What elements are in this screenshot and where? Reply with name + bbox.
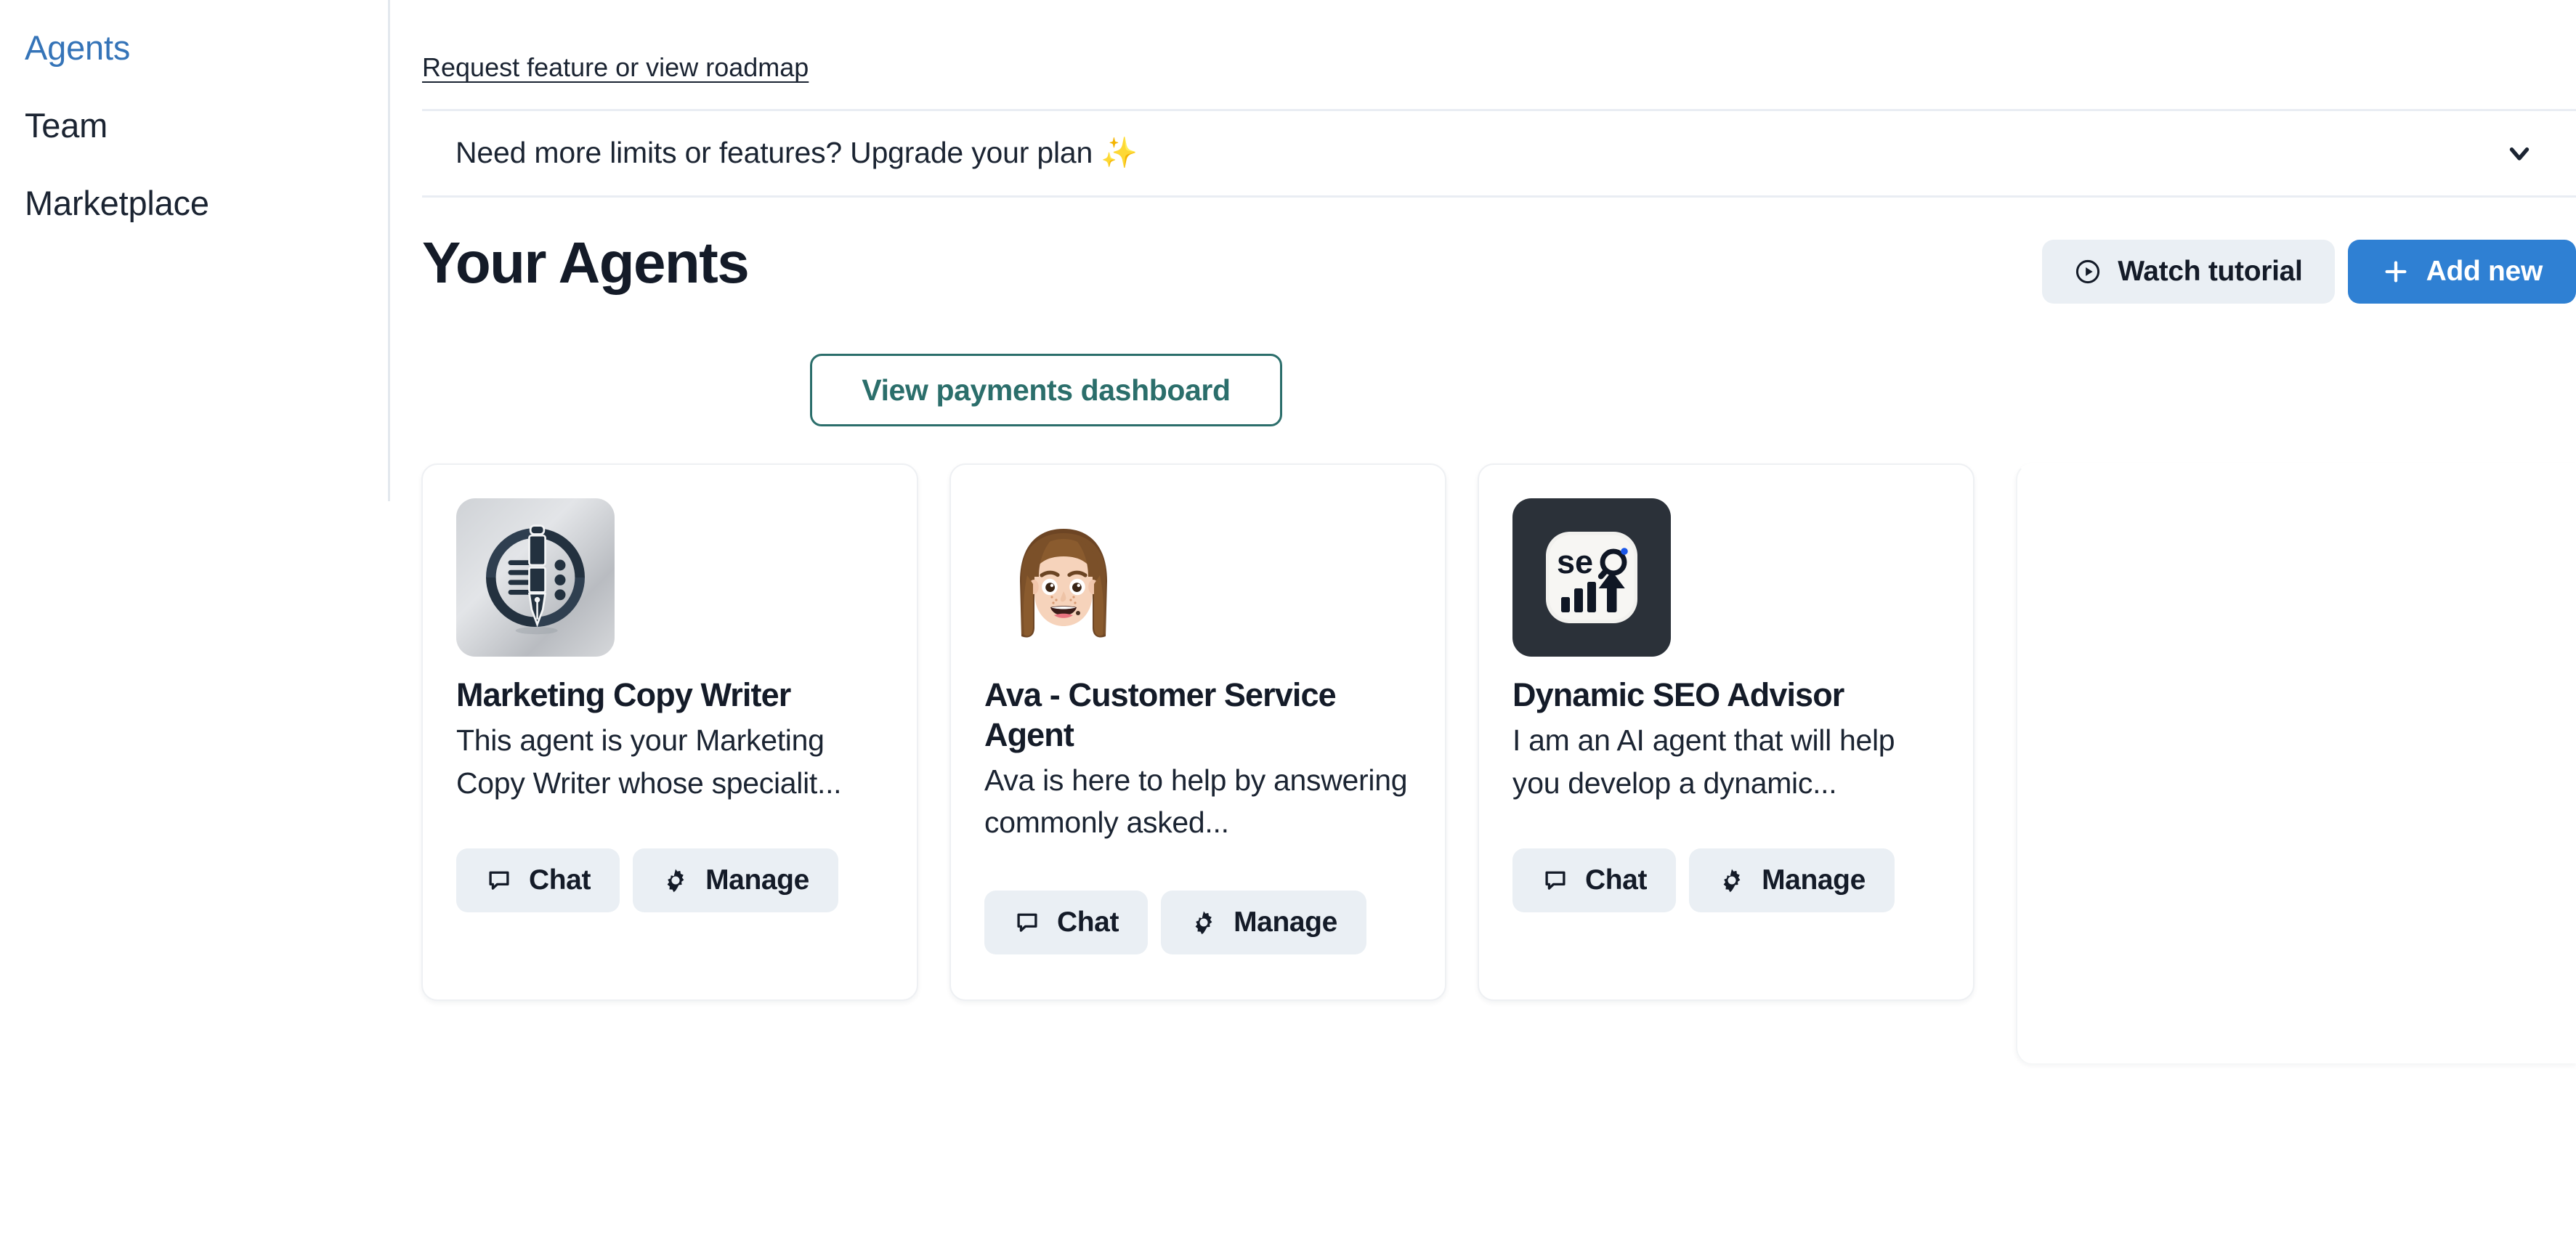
chat-bubble-icon [485, 867, 513, 894]
page-title: Your Agents [422, 230, 750, 295]
agent-card[interactable]: Ava - Customer Service Agent Ava is here… [949, 463, 1446, 1001]
chat-label: Chat [529, 864, 591, 896]
manage-button[interactable]: Manage [633, 848, 838, 912]
add-new-label: Add new [2426, 256, 2543, 287]
view-payments-dashboard-label: View payments dashboard [862, 373, 1231, 407]
manage-label: Manage [1762, 864, 1866, 896]
agent-card-grid: Marketing Copy Writer This agent is your… [421, 463, 2576, 1001]
chat-bubble-icon [1013, 909, 1041, 936]
manage-label: Manage [705, 864, 809, 896]
gear-icon [1190, 909, 1218, 936]
watch-tutorial-button[interactable]: Watch tutorial [2042, 240, 2335, 304]
manage-button[interactable]: Manage [1689, 848, 1895, 912]
agent-card[interactable]: se Dynamic SEO Advisor I am an AI agent … [1478, 463, 1974, 1001]
agent-description: This agent is your Marketing Copy Writer… [456, 723, 842, 800]
agent-name: Ava - Customer Service Agent [984, 676, 1337, 753]
chat-label: Chat [1057, 907, 1119, 938]
pen-badge-avatar [456, 498, 615, 657]
agent-name: Marketing Copy Writer [456, 676, 791, 713]
chat-button[interactable]: Chat [456, 848, 620, 912]
memoji-woman-avatar [984, 498, 1143, 657]
svg-text:se: se [1557, 543, 1593, 580]
chat-button[interactable]: Chat [1512, 848, 1677, 912]
request-feature-roadmap-link[interactable]: Request feature or view roadmap [422, 52, 809, 83]
seo-tile-avatar: se [1512, 498, 1671, 657]
sidebar: Agents Team Marketplace [0, 0, 389, 1253]
add-new-button[interactable]: Add new [2347, 240, 2576, 304]
chevron-down-icon[interactable] [2503, 137, 2535, 169]
agents-dashboard: Agents Team Marketplace Request feature … [0, 0, 2576, 1253]
sidebar-item-marketplace[interactable]: Marketplace [0, 186, 389, 220]
agent-card[interactable]: Marketing Copy Writer This agent is your… [421, 463, 918, 1001]
header-actions: Watch tutorial Add new [2042, 240, 2576, 304]
chat-label: Chat [1585, 864, 1648, 896]
gear-icon [662, 867, 689, 894]
view-payments-dashboard-button[interactable]: View payments dashboard [810, 354, 1282, 426]
agent-card-actions: Chat Manage [1512, 848, 1895, 912]
gear-icon [1718, 867, 1746, 894]
play-circle-icon [2074, 258, 2102, 285]
manage-label: Manage [1234, 907, 1337, 938]
agent-description: Ava is here to help by answering commonl… [984, 763, 1408, 840]
agent-card-actions: Chat Manage [984, 891, 1366, 954]
agent-name: Dynamic SEO Advisor [1512, 676, 1844, 713]
chat-bubble-icon [1542, 867, 1569, 894]
sidebar-item-agents[interactable]: Agents [0, 31, 389, 65]
upgrade-banner-label: Need more limits or features? Upgrade yo… [455, 136, 1138, 169]
sidebar-item-team[interactable]: Team [0, 108, 389, 142]
manage-button[interactable]: Manage [1161, 891, 1366, 954]
plus-icon [2381, 257, 2410, 286]
agent-description: I am an AI agent that will help you deve… [1512, 723, 1895, 800]
watch-tutorial-label: Watch tutorial [2118, 256, 2303, 287]
chat-button[interactable]: Chat [984, 891, 1149, 954]
agent-card-actions: Chat Manage [456, 848, 838, 912]
upgrade-plan-banner[interactable]: Need more limits or features? Upgrade yo… [422, 109, 2576, 198]
